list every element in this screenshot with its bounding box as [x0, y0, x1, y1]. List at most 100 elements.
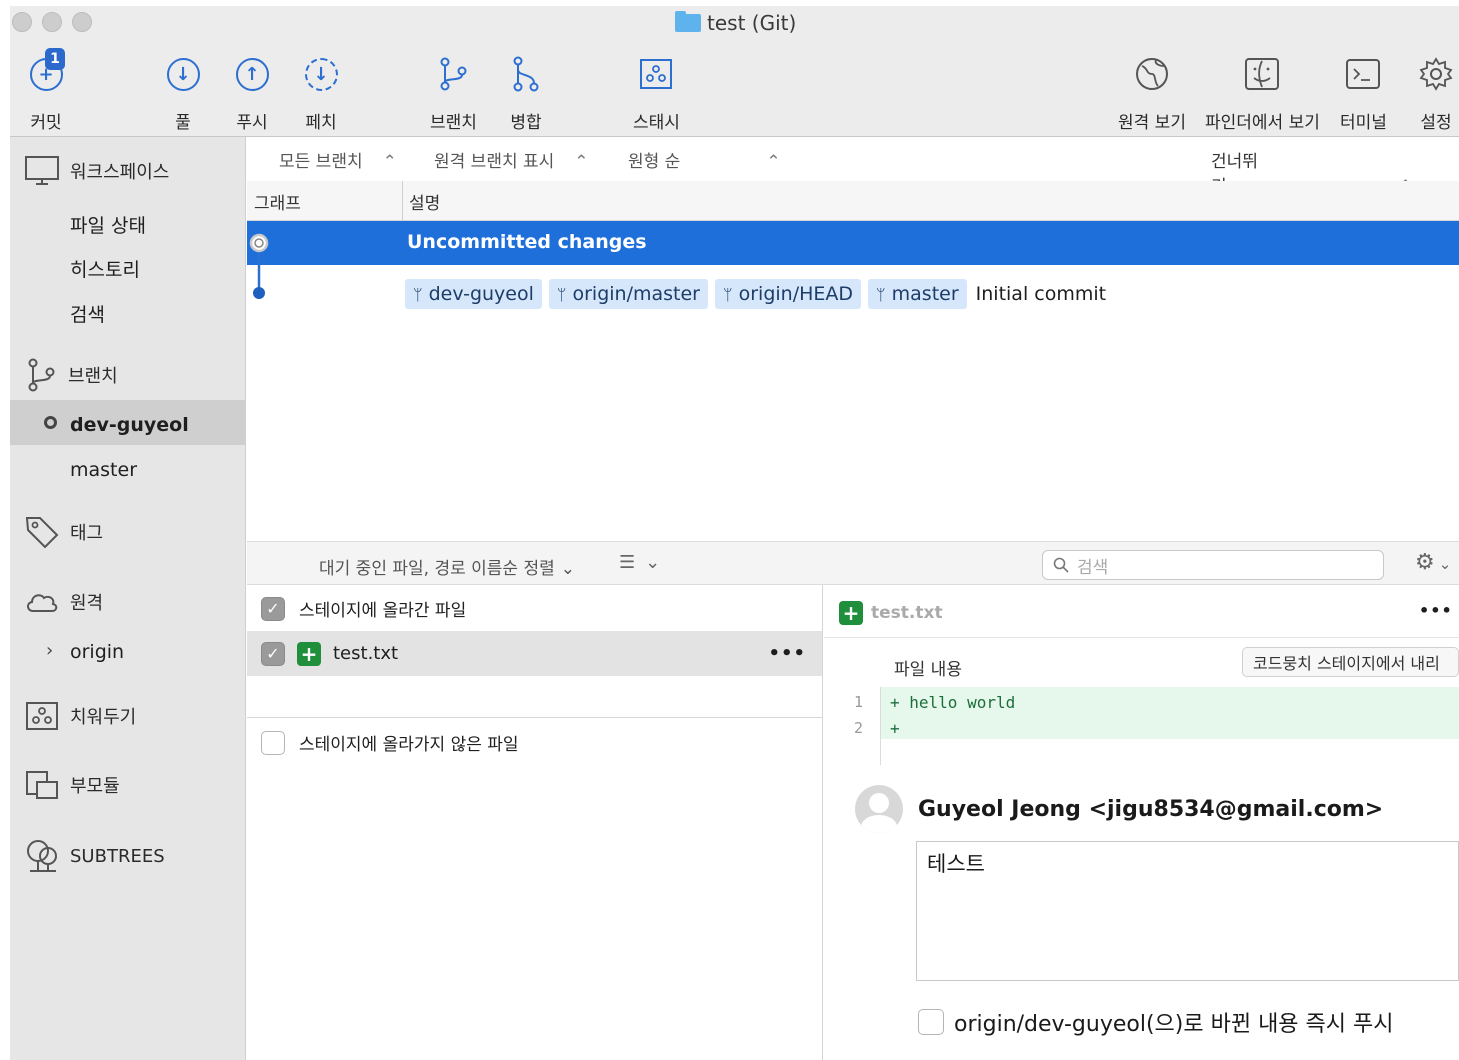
gear-icon [1419, 57, 1453, 91]
arrow-up-icon: ↑ [235, 57, 269, 91]
divider [824, 637, 1459, 638]
commit-message: Initial commit [975, 283, 1107, 305]
close-window-button[interactable] [12, 12, 32, 32]
commit-message-input[interactable]: 테스트 [916, 841, 1459, 981]
list-view-select[interactable]: ☰ ⌄ [619, 552, 660, 573]
chevron-updown-icon: ⌃ [766, 152, 781, 172]
staged-all-checkbox[interactable]: ✓ [261, 596, 285, 621]
commit-row-uncommitted[interactable]: Uncommitted changes [247, 221, 1459, 265]
gear-icon: ⚙ [1415, 550, 1435, 575]
merge-icon [513, 56, 539, 92]
stash-icon [640, 59, 673, 89]
chevron-down-icon: ⌄ [560, 559, 575, 579]
zoom-window-button[interactable] [72, 12, 92, 32]
globe-icon [1135, 58, 1168, 90]
sidebar-item-history[interactable]: 히스토리 [70, 255, 140, 282]
staged-files-header: ✓ 스테이지에 올라간 파일 [261, 596, 466, 621]
unstaged-files-header: 스테이지에 올라가지 않은 파일 [261, 730, 519, 755]
sidebar-header-tags[interactable]: 태그 [24, 514, 103, 550]
remote-view-button[interactable]: 원격 보기 [1118, 54, 1186, 133]
push-immediately-checkbox[interactable] [918, 1009, 944, 1035]
remote-branch-select[interactable]: 원격 브랜치 표시 ⌃ [434, 147, 589, 172]
branch-filter-select[interactable]: 모든 브랜치 ⌃ [279, 147, 397, 172]
finder-icon [1245, 58, 1280, 90]
stash-icon [26, 702, 58, 730]
sidebar-item-remote-origin[interactable]: origin [70, 641, 124, 663]
tree-icon [27, 840, 57, 872]
unstaged-all-checkbox[interactable] [261, 730, 285, 755]
branch-icon: ᛘ [723, 284, 733, 304]
column-divider [402, 181, 403, 221]
branch-icon [28, 358, 55, 392]
gear-menu-button[interactable]: ⚙ ⌄ [1415, 550, 1451, 575]
sort-select[interactable]: 대기 중인 파일, 경로 이름순 정렬 ⌄ [319, 554, 575, 579]
branch-button[interactable]: 브랜치 [430, 54, 477, 133]
diff-more-button[interactable]: ••• [1419, 601, 1453, 620]
window-title: test (Git) [675, 10, 796, 36]
branch-icon: ᛘ [413, 284, 423, 304]
diff-view: + test.txt ••• 파일 내용 코드뭉치 스테이지에서 내리 1 + … [824, 585, 1459, 1060]
chevron-updown-icon: ⌃ [574, 152, 589, 172]
commit-list: Uncommitted changes ᛘ dev-guyeol ᛘ origin/… [247, 221, 1459, 541]
chevron-down-icon: ⌄ [1438, 555, 1452, 573]
show-in-finder-button[interactable]: 파인더에서 보기 [1205, 54, 1320, 133]
added-file-icon: + [839, 601, 863, 625]
fetch-button[interactable]: ↓ 페치 [301, 54, 341, 133]
branch-icon: ᛘ [556, 284, 567, 304]
staged-file-row[interactable]: ✓ + test.txt ••• [247, 631, 822, 676]
sidebar-item-file-status[interactable]: 파일 상태 [70, 211, 146, 238]
hunk-header: 파일 내용 [894, 660, 962, 680]
ref-tag: ᛘ origin/HEAD [715, 279, 862, 309]
chevron-updown-icon: ⌃ [382, 152, 397, 172]
description-column-header[interactable]: 설명 [409, 189, 440, 214]
push-button[interactable]: ↑ 푸시 [232, 54, 272, 133]
pull-button[interactable]: ↓ 풀 [163, 54, 203, 133]
toolbar: test (Git) + 1 커밋 ↓ 풀 ↑ 푸시 ↓ 페치 브랜치 병합 스… [10, 6, 1459, 137]
sidebar-header-stashes[interactable]: 치워두기 [24, 700, 136, 732]
staging-file-list: ✓ 스테이지에 올라간 파일 ✓ + test.txt ••• 스테이지에 올라… [247, 585, 823, 1060]
line-number: 1 [854, 693, 864, 711]
minimize-window-button[interactable] [42, 12, 62, 32]
divider [247, 717, 822, 718]
commit-list-header: 그래프 설명 [247, 181, 1459, 221]
commit-author: Guyeol Jeong <jigu8534@gmail.com> [918, 797, 1384, 822]
sidebar-header-branches[interactable]: 브랜치 [24, 357, 118, 393]
merge-button[interactable]: 병합 [506, 54, 546, 133]
sidebar-header-workspace[interactable]: 워크스페이스 [24, 155, 169, 187]
order-select[interactable]: 원형 순 ⌃ [628, 147, 781, 172]
sidebar-item-branch-master[interactable]: master [70, 459, 137, 481]
cloud-icon [27, 594, 58, 612]
sidebar-header-subtrees[interactable]: SUBTREES [24, 838, 165, 874]
push-immediately-option[interactable]: origin/dev-guyeol(으)로 바뀐 내용 즉시 푸시 [918, 1006, 1394, 1038]
file-checkbox[interactable]: ✓ [261, 641, 285, 666]
stash-button[interactable]: 스태시 [633, 54, 680, 133]
folder-icon [675, 11, 701, 32]
search-input[interactable]: 검색 [1042, 550, 1384, 580]
ref-tag: ᛘ master [868, 279, 967, 309]
diff-line: + hello world [890, 693, 1016, 712]
terminal-button[interactable]: 터미널 [1340, 54, 1387, 133]
avatar [855, 785, 903, 833]
commit-row-initial[interactable]: ᛘ dev-guyeol ᛘ origin/master ᛘ origin/HEAD … [247, 272, 1459, 316]
chevron-right-icon[interactable]: › [46, 640, 53, 661]
diff-lines: 1 + hello world 2 + [824, 687, 1459, 765]
settings-button[interactable]: 설정 [1416, 54, 1456, 133]
file-more-button[interactable]: ••• [768, 643, 806, 664]
monitor-icon [25, 156, 59, 185]
sidebar-header-submodules[interactable]: 부모듈 [24, 769, 120, 801]
list-icon: ☰ [619, 552, 636, 573]
unstage-hunk-button[interactable]: 코드뭉치 스테이지에서 내리 [1242, 647, 1459, 677]
sidebar: 워크스페이스 파일 상태 히스토리 검색 브랜치 dev-guyeol mast… [10, 137, 246, 1060]
commit-button[interactable]: + 1 커밋 [26, 48, 66, 133]
history-filter-bar: 모든 브랜치⌃ 원격 브랜치 표시⌃ 원형 순⌃ 건너뛰기:⌃ [247, 137, 1459, 197]
sidebar-item-search[interactable]: 검색 [70, 300, 105, 327]
diff-line: + [890, 719, 900, 738]
graph-column-header[interactable]: 그래프 [254, 189, 301, 214]
sidebar-item-branch-dev-guyeol[interactable]: dev-guyeol [70, 414, 189, 436]
sidebar-header-remotes[interactable]: 원격 [24, 587, 103, 617]
branch-icon [440, 57, 467, 91]
search-icon [1053, 557, 1069, 573]
commit-count-badge: 1 [45, 48, 65, 70]
submodule-icon [26, 771, 58, 799]
ref-tag: ᛘ origin/master [548, 279, 708, 309]
